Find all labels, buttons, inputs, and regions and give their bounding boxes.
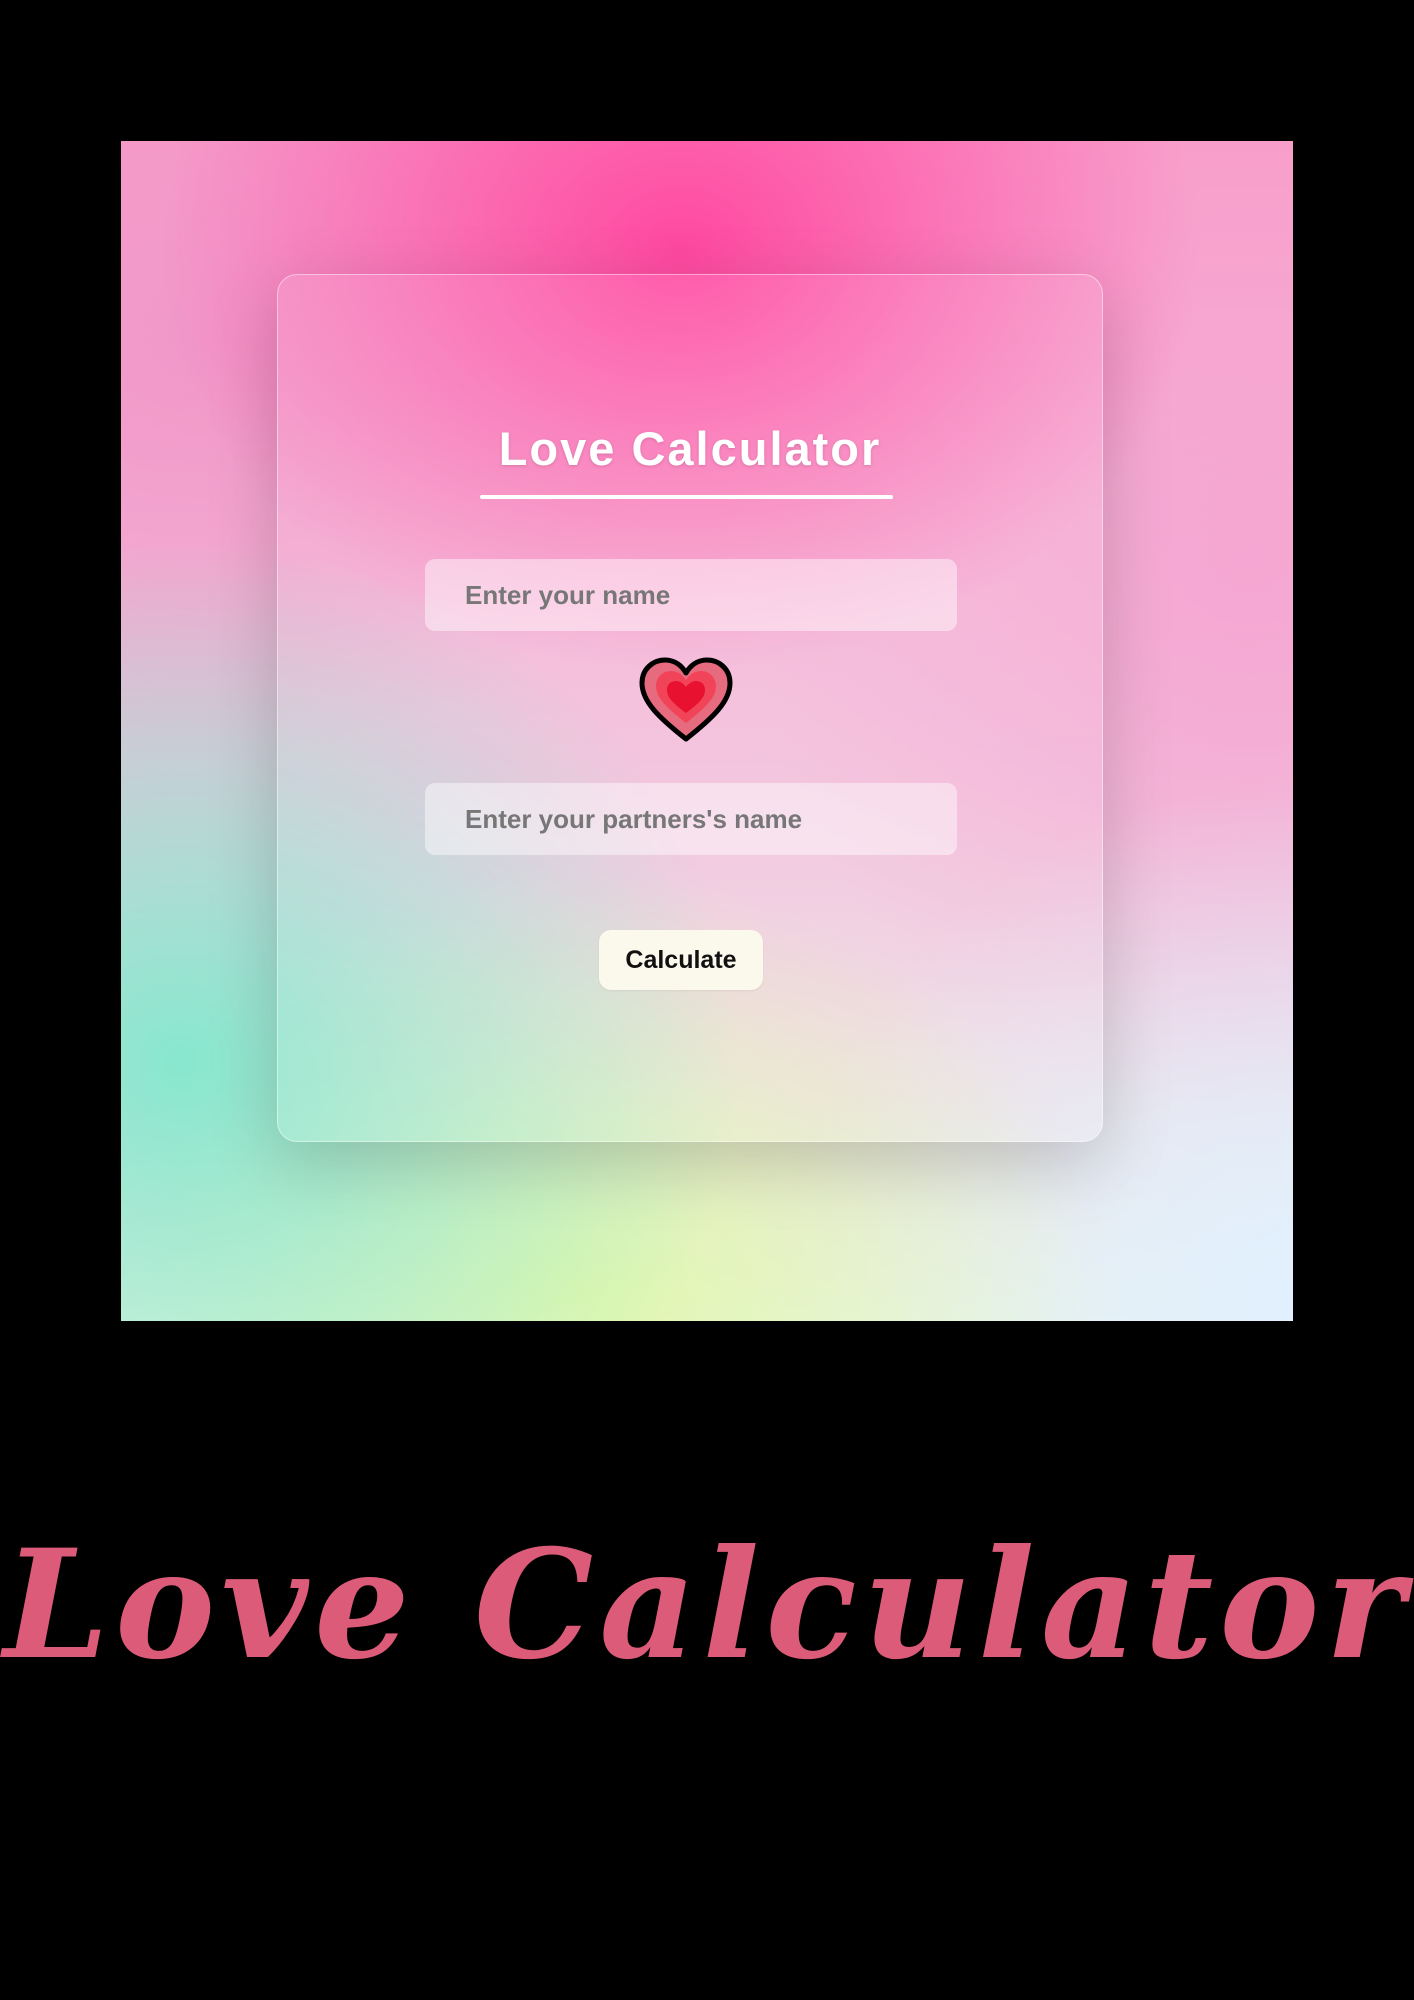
calculate-button[interactable]: Calculate — [599, 930, 763, 990]
page: Love Calculator Calculate Love Calculato… — [0, 0, 1414, 2000]
caption-title: Love Calculator — [3, 1517, 1411, 1693]
app-screenshot: Love Calculator Calculate — [121, 141, 1293, 1321]
love-calculator-card: Love Calculator Calculate — [277, 274, 1103, 1142]
name-input[interactable] — [425, 559, 957, 631]
growing-heart-icon — [639, 657, 733, 742]
page-title: Love Calculator — [498, 422, 882, 475]
partner-name-input[interactable] — [425, 783, 957, 855]
title-underline — [480, 495, 893, 499]
